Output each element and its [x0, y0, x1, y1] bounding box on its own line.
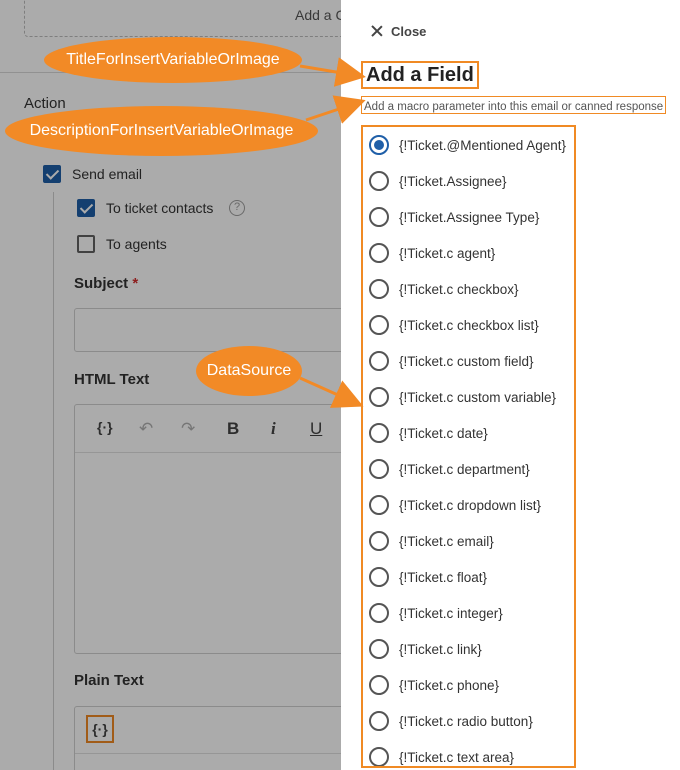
- field-option-label: {!Ticket.c dropdown list}: [399, 497, 542, 513]
- field-option[interactable]: {!Ticket.c dropdown list}: [363, 487, 574, 523]
- field-option[interactable]: {!Ticket.@Mentioned Agent}: [363, 127, 574, 163]
- field-option-label: {!Ticket.c text area}: [399, 749, 515, 765]
- field-option-radio[interactable]: [369, 279, 389, 299]
- field-option-radio[interactable]: [369, 135, 389, 155]
- field-option-label: {!Ticket.c agent}: [399, 245, 496, 261]
- field-option[interactable]: {!Ticket.c link}: [363, 631, 574, 667]
- field-option-label: {!Ticket.c custom field}: [399, 353, 534, 369]
- field-option-label: {!Ticket.c float}: [399, 569, 488, 585]
- close-icon: [371, 25, 383, 37]
- field-option-label: {!Ticket.c custom variable}: [399, 389, 557, 405]
- field-option-radio[interactable]: [369, 243, 389, 263]
- field-option-label: {!Ticket.c checkbox}: [399, 281, 519, 297]
- field-option[interactable]: {!Ticket.c custom variable}: [363, 379, 574, 415]
- field-option[interactable]: {!Ticket.c text area}: [363, 739, 574, 766]
- panel-title-highlight: Add a Field: [361, 61, 479, 89]
- field-option-label: {!Ticket.c link}: [399, 641, 482, 657]
- panel-description: Add a macro parameter into this email or…: [364, 101, 664, 113]
- field-list: {!Ticket.@Mentioned Agent} {!Ticket.Assig…: [361, 125, 576, 768]
- field-option[interactable]: {!Ticket.c float}: [363, 559, 574, 595]
- field-option-label: {!Ticket.c integer}: [399, 605, 503, 621]
- field-option-label: {!Ticket.c email}: [399, 533, 494, 549]
- field-option-label: {!Ticket.c checkbox list}: [399, 317, 539, 333]
- field-option[interactable]: {!Ticket.c phone}: [363, 667, 574, 703]
- field-option-label: {!Ticket.c radio button}: [399, 713, 533, 729]
- field-option[interactable]: {!Ticket.c custom field}: [363, 343, 574, 379]
- panel-description-highlight: Add a macro parameter into this email or…: [361, 96, 667, 114]
- field-option-radio[interactable]: [369, 639, 389, 659]
- close-label: Close: [391, 23, 427, 39]
- field-option-radio[interactable]: [369, 711, 389, 731]
- field-option-radio[interactable]: [369, 495, 389, 515]
- field-option-label: {!Ticket.Assignee Type}: [399, 209, 540, 225]
- description-callout: DescriptionForInsertVariableOrImage: [5, 106, 318, 156]
- field-option-label: {!Ticket.Assignee}: [399, 173, 507, 189]
- field-option-label: {!Ticket.c department}: [399, 461, 530, 477]
- datasource-callout: DataSource: [196, 346, 302, 396]
- field-option-radio[interactable]: [369, 747, 389, 766]
- field-option-radio[interactable]: [369, 675, 389, 695]
- field-option-radio[interactable]: [369, 351, 389, 371]
- field-option-radio[interactable]: [369, 171, 389, 191]
- field-option-radio[interactable]: [369, 603, 389, 623]
- field-option-radio[interactable]: [369, 459, 389, 479]
- field-option-label: {!Ticket.c date}: [399, 425, 488, 441]
- field-option[interactable]: {!Ticket.c checkbox list}: [363, 307, 574, 343]
- field-option[interactable]: {!Ticket.Assignee}: [363, 163, 574, 199]
- field-option[interactable]: {!Ticket.c date}: [363, 415, 574, 451]
- field-option[interactable]: {!Ticket.c checkbox}: [363, 271, 574, 307]
- panel-title: Add a Field: [366, 64, 474, 86]
- field-option[interactable]: {!Ticket.c agent}: [363, 235, 574, 271]
- field-option[interactable]: {!Ticket.c department}: [363, 451, 574, 487]
- field-option-radio[interactable]: [369, 207, 389, 227]
- field-option[interactable]: {!Ticket.c email}: [363, 523, 574, 559]
- field-option[interactable]: {!Ticket.Assignee Type}: [363, 199, 574, 235]
- field-option-radio[interactable]: [369, 387, 389, 407]
- field-option[interactable]: {!Ticket.c radio button}: [363, 703, 574, 739]
- field-option-radio[interactable]: [369, 315, 389, 335]
- field-option-radio[interactable]: [369, 531, 389, 551]
- field-option[interactable]: {!Ticket.c integer}: [363, 595, 574, 631]
- title-callout: TitleForInsertVariableOrImage: [44, 37, 302, 83]
- field-option-radio[interactable]: [369, 423, 389, 443]
- field-option-label: {!Ticket.c phone}: [399, 677, 500, 693]
- field-option-radio[interactable]: [369, 567, 389, 587]
- field-option-label: {!Ticket.@Mentioned Agent}: [399, 137, 567, 153]
- close-button[interactable]: Close: [371, 22, 426, 40]
- add-field-panel: Close Add a Field Add a macro parameter …: [341, 0, 680, 770]
